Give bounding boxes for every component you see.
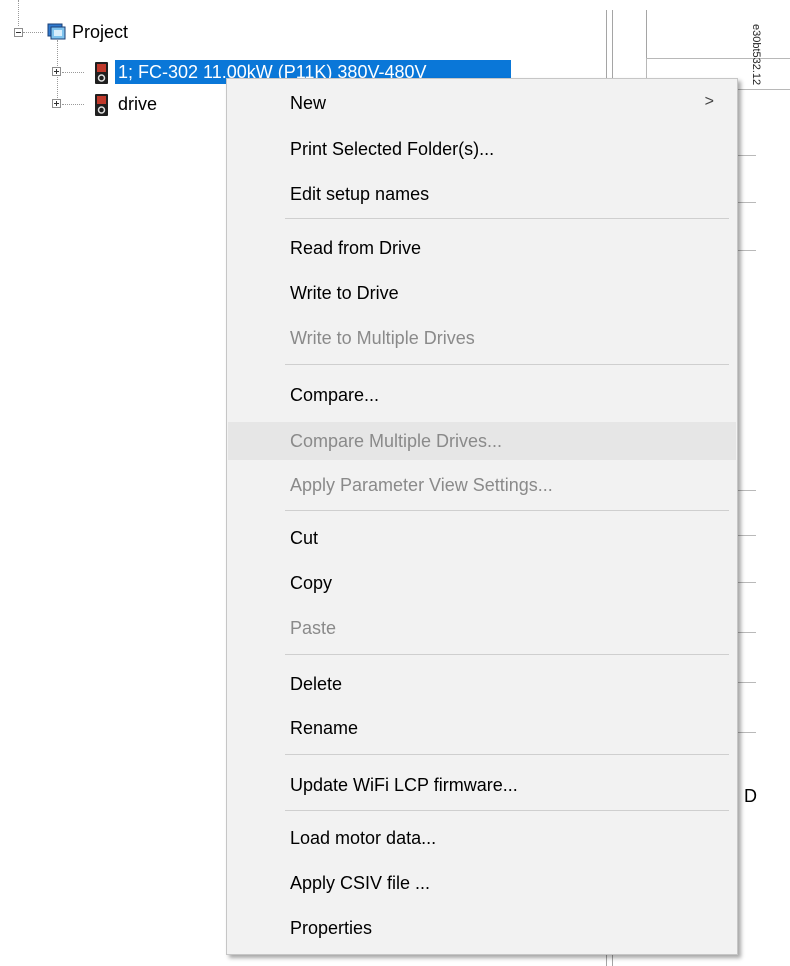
menu-item-copy[interactable]: Copy — [228, 564, 736, 602]
menu-item-label: Print Selected Folder(s)... — [290, 138, 495, 159]
menu-item-write-to-multiple-drives: Write to Multiple Drives — [228, 319, 736, 357]
menu-item-read-from-drive[interactable]: Read from Drive — [228, 229, 736, 267]
project-tree: Project 1; FC-302 11.00kW (P11K) 380V-48… — [0, 0, 511, 140]
menu-item-label: Copy — [290, 572, 333, 593]
collapse-project-toggle[interactable] — [14, 28, 23, 37]
menu-item-paste: Paste — [228, 609, 736, 647]
menu-item-label: Delete — [290, 673, 343, 694]
menu-item-write-to-drive[interactable]: Write to Drive — [228, 274, 736, 312]
menu-item-new[interactable]: New > — [228, 84, 736, 122]
menu-separator — [285, 218, 729, 219]
menu-item-label: Apply CSIV file ... — [290, 872, 431, 893]
panel-tick — [736, 582, 756, 583]
menu-item-label: Paste — [290, 617, 337, 638]
menu-item-cut[interactable]: Cut — [228, 519, 736, 557]
panel-tick — [736, 732, 756, 733]
menu-item-compare-multiple-drives: Compare Multiple Drives... — [228, 422, 736, 460]
tree-item-project[interactable]: Project — [72, 20, 128, 44]
menu-item-apply-csiv-file[interactable]: Apply CSIV file ... — [228, 864, 736, 902]
tree-line — [62, 104, 84, 105]
menu-item-apply-parameter-view-settings: Apply Parameter View Settings... — [228, 466, 736, 504]
menu-item-label: Cut — [290, 527, 319, 548]
panel-tick — [736, 155, 756, 156]
menu-item-label: Read from Drive — [290, 237, 422, 258]
menu-separator — [285, 754, 729, 755]
drive-icon — [95, 94, 108, 116]
menu-separator — [285, 510, 729, 511]
menu-item-label: Compare... — [290, 384, 380, 405]
menu-item-label: New — [290, 92, 327, 113]
menu-item-label: Properties — [290, 917, 373, 938]
context-menu: New > Print Selected Folder(s)... Edit s… — [226, 78, 738, 955]
menu-item-label: Write to Multiple Drives — [290, 327, 475, 348]
panel-tick — [736, 682, 756, 683]
panel-tick — [736, 490, 756, 491]
panel-tick — [736, 250, 756, 251]
menu-separator — [285, 654, 729, 655]
menu-item-label: Rename — [290, 717, 359, 738]
menu-item-print-selected-folders[interactable]: Print Selected Folder(s)... — [228, 130, 736, 168]
menu-item-rename[interactable]: Rename — [228, 709, 736, 747]
panel-tick — [736, 632, 756, 633]
menu-item-label: Apply Parameter View Settings... — [290, 474, 553, 495]
tree-line — [23, 32, 43, 33]
tree-line — [62, 72, 84, 73]
tree-item-drive[interactable]: drive — [118, 92, 157, 116]
menu-item-label: Compare Multiple Drives... — [290, 430, 503, 451]
menu-item-properties[interactable]: Properties — [228, 909, 736, 947]
background-partial-text: D — [744, 786, 757, 806]
expand-drive-1-toggle[interactable] — [52, 67, 61, 76]
figure-id: e30bt532.12 — [750, 24, 762, 86]
menu-item-compare[interactable]: Compare... — [228, 376, 736, 414]
menu-separator — [285, 810, 729, 811]
project-icon — [47, 23, 66, 40]
menu-item-label: Load motor data... — [290, 827, 437, 848]
panel-tick — [736, 202, 756, 203]
expand-drive-toggle[interactable] — [52, 99, 61, 108]
menu-item-label: Edit setup names — [290, 183, 430, 204]
menu-item-delete[interactable]: Delete — [228, 665, 736, 703]
menu-separator — [285, 364, 729, 365]
menu-item-label: Write to Drive — [290, 282, 399, 303]
tree-line — [18, 0, 19, 26]
submenu-arrow-icon: > — [704, 93, 714, 110]
menu-item-update-wifi-lcp-firmware[interactable]: Update WiFi LCP firmware... — [228, 766, 736, 804]
drive-icon — [95, 62, 108, 84]
menu-item-label: Update WiFi LCP firmware... — [290, 774, 518, 795]
panel-tick — [736, 535, 756, 536]
menu-item-load-motor-data[interactable]: Load motor data... — [228, 819, 736, 857]
menu-item-edit-setup-names[interactable]: Edit setup names — [228, 175, 736, 213]
